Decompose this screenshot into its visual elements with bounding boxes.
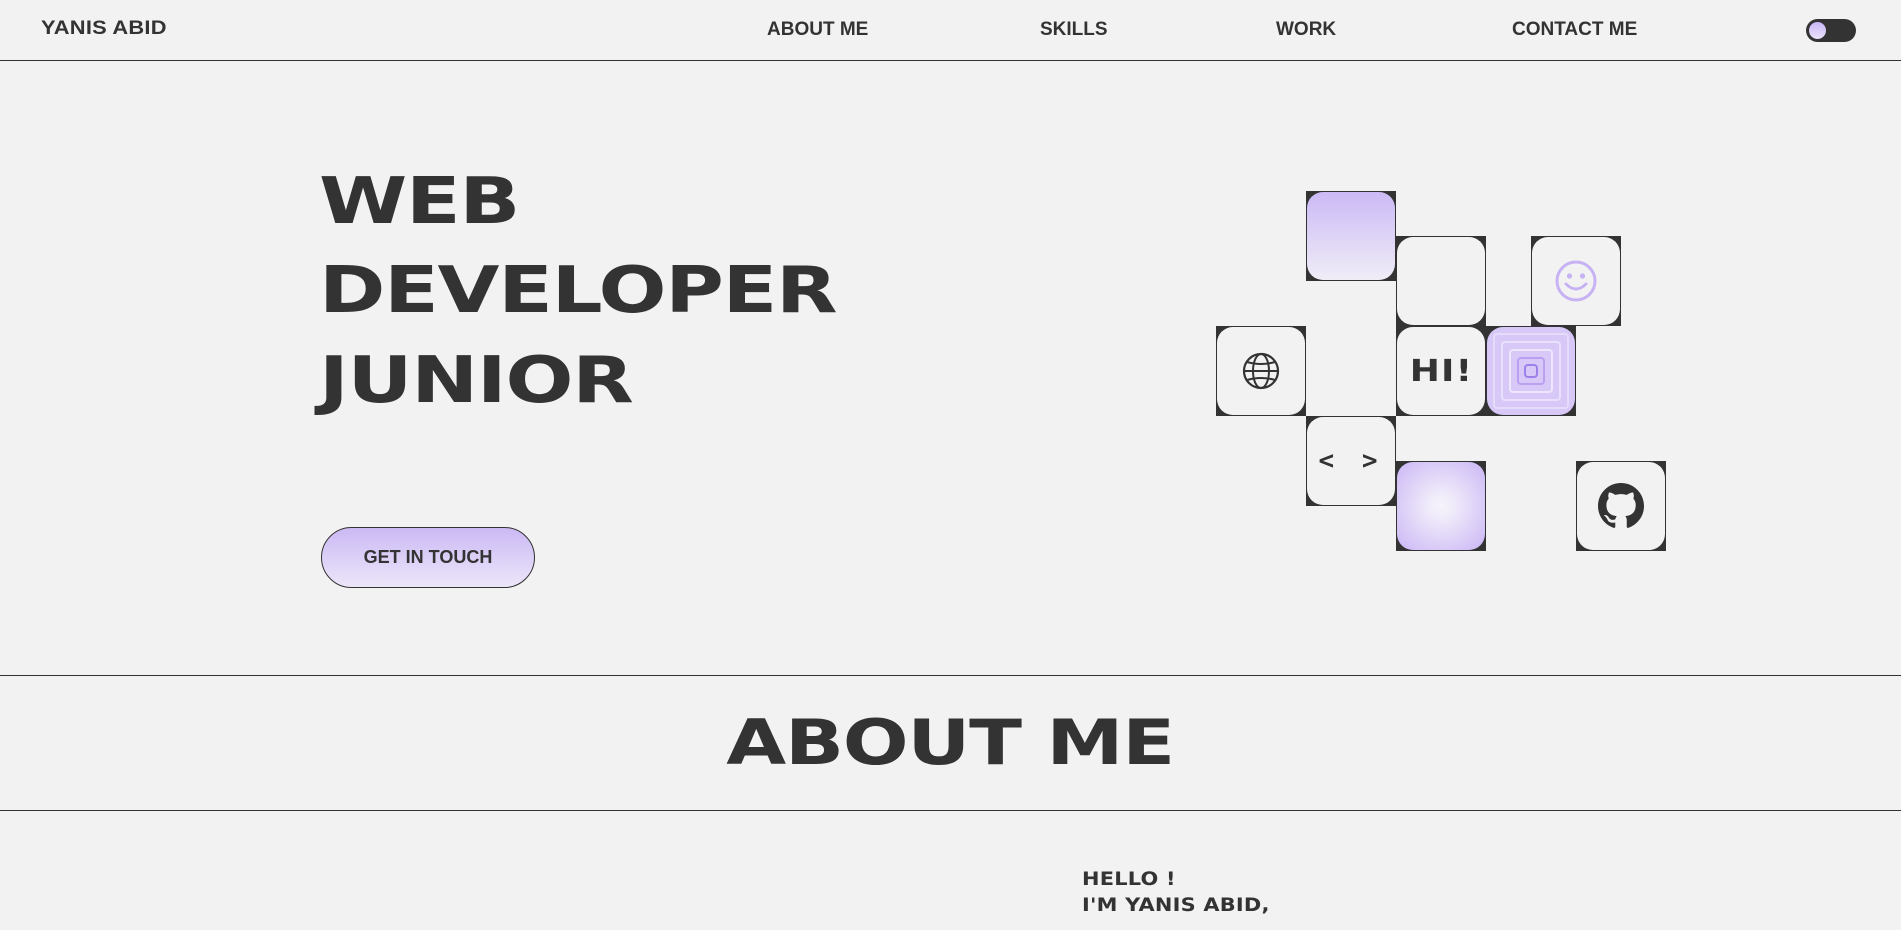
tile-hi: HI!: [1396, 326, 1486, 416]
tile-smiley: [1531, 236, 1621, 326]
hero-title-line-3: JUNIOR: [319, 344, 634, 418]
hi-label: HI!: [1409, 353, 1473, 389]
site-logo[interactable]: YANIS ABID: [41, 18, 167, 40]
nav-link-contact-me[interactable]: CONTACT ME: [1512, 19, 1637, 41]
hero-title-line-2: DEVELOPER: [319, 254, 838, 328]
intro-line: I'M YANIS ABID,: [1082, 894, 1270, 916]
tile-github[interactable]: [1576, 461, 1666, 551]
tile-code: < >: [1306, 416, 1396, 506]
hero-title-line-1: WEB: [319, 165, 520, 239]
toggle-knob: [1808, 21, 1827, 40]
tile-blank: [1396, 236, 1486, 326]
about-greeting: HELLO ! I'M YANIS ABID,: [1082, 866, 1270, 918]
nav-link-work[interactable]: WORK: [1276, 19, 1336, 41]
about-me-section-header: ABOUT ME: [0, 675, 1901, 811]
top-navbar: YANIS ABID ABOUT ME SKILLS WORK CONTACT …: [0, 0, 1901, 61]
tile-concentric: [1486, 326, 1576, 416]
globe-icon: [1242, 352, 1280, 390]
nav-link-skills[interactable]: SKILLS: [1040, 19, 1108, 41]
tile-globe: [1216, 326, 1306, 416]
greeting-line: HELLO !: [1082, 868, 1176, 890]
nav-link-about-me[interactable]: ABOUT ME: [767, 19, 868, 41]
tile-gradient-purple: [1306, 191, 1396, 281]
get-in-touch-button[interactable]: GET IN TOUCH: [321, 527, 535, 588]
about-me-title: ABOUT ME: [726, 706, 1176, 779]
smiley-icon: [1555, 260, 1597, 302]
github-icon[interactable]: [1598, 483, 1644, 529]
tile-radial-purple: [1396, 461, 1486, 551]
code-brackets-icon: < >: [1318, 446, 1384, 476]
theme-toggle[interactable]: [1806, 19, 1856, 42]
